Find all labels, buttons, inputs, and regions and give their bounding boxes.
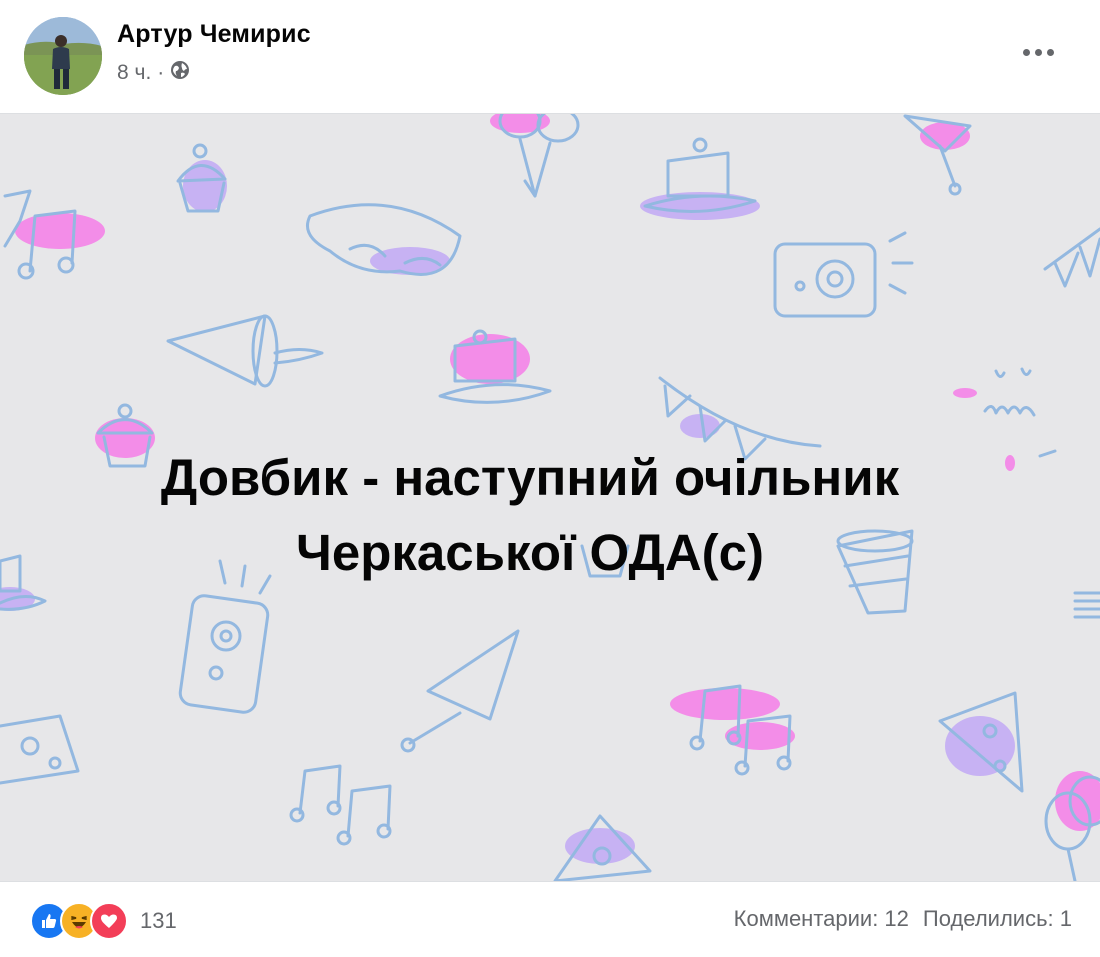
avatar[interactable] [24, 17, 102, 95]
author-name[interactable]: Артур Чемирис [117, 20, 311, 49]
headline-line-1: Довбик - наступний очільник [160, 449, 900, 506]
post-image[interactable]: Довбик - наступний очільник Черкаської О… [0, 113, 1100, 882]
post-headline: Довбик - наступний очільник Черкаської О… [60, 440, 1000, 590]
reaction-count: 131 [140, 908, 177, 933]
more-horizontal-icon [1046, 48, 1054, 56]
globe-icon [170, 60, 190, 86]
post-meta: 8 ч. · [117, 60, 190, 86]
reactions-summary[interactable]: 131 [30, 902, 177, 940]
meta-separator: · [157, 61, 165, 84]
comments-count-link[interactable]: Комментарии: 12 [734, 906, 909, 932]
post-stats: Комментарии: 12 Поделились: 1 [734, 906, 1072, 932]
more-horizontal-icon [1022, 48, 1030, 56]
post-time[interactable]: 8 ч. [117, 61, 151, 85]
shares-count-link[interactable]: Поделились: 1 [923, 906, 1072, 932]
more-options-button[interactable] [1008, 30, 1068, 74]
avatar-photo [24, 17, 102, 95]
more-horizontal-icon [1034, 48, 1042, 56]
headline-line-2: Черкаської ОДА(с) [296, 524, 764, 581]
post-header: Артур Чемирис 8 ч. · [0, 0, 1100, 113]
love-icon [90, 902, 128, 940]
